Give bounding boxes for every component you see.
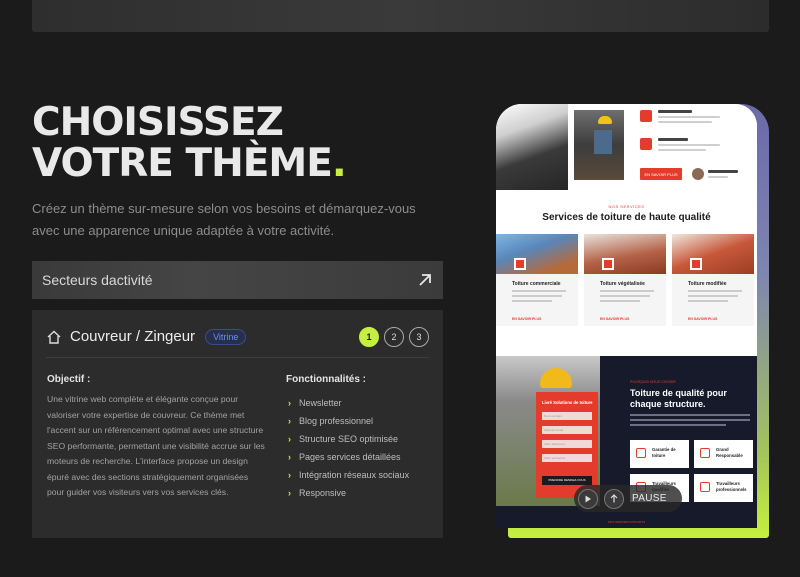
preview-hero-section: EN SAVOIR PLUS xyxy=(496,104,757,190)
service-icon xyxy=(602,258,614,270)
quality-icon xyxy=(640,110,652,122)
chevron-right-icon: › xyxy=(288,434,291,444)
sector-selector[interactable]: Secteurs dactivité xyxy=(32,261,443,299)
chevron-right-icon: › xyxy=(288,452,291,462)
theme-preview[interactable]: EN SAVOIR PLUS NOS SERVICES Services de … xyxy=(496,104,757,528)
services-title: Services de toiture de haute qualité xyxy=(542,212,711,223)
title-accent-dot: . xyxy=(331,141,347,186)
step-1-button[interactable]: 1 xyxy=(359,326,379,347)
form-submit-button[interactable]: PRENDRE RENDEZ-VOUS xyxy=(542,476,592,485)
page-subtitle: Créez un thème sur-mesure selon vos beso… xyxy=(32,201,416,238)
author-avatar xyxy=(692,168,704,180)
preview-roofer-photo xyxy=(574,110,624,180)
play-button[interactable] xyxy=(578,488,598,509)
theme-card-header: Couvreur / Zingeur Vitrine 1 2 3 xyxy=(46,324,429,358)
pause-button[interactable]: PAUSE xyxy=(632,493,667,504)
step-2-button[interactable]: 2 xyxy=(384,326,404,347)
theme-name: Couvreur / Zingeur xyxy=(70,328,196,345)
media-player-controls: PAUSE xyxy=(574,485,682,512)
quality-feature: Garantie de toiture xyxy=(630,440,689,468)
service-image xyxy=(672,234,754,274)
objective-text: Une vitrine web complète et élégante con… xyxy=(47,394,265,497)
sector-selector-label: Secteurs dactivité xyxy=(42,272,153,288)
form-field[interactable]: Votre entreprise xyxy=(542,454,592,462)
page-title: CHOISISSEZ VOTRE THÈME. xyxy=(32,100,347,186)
feature-item: › Intégration réseaux sociaux xyxy=(288,470,410,480)
service-icon xyxy=(690,258,702,270)
preview-item-title xyxy=(658,138,688,141)
quality-feature: Grand Responsable xyxy=(694,440,753,468)
home-icon xyxy=(47,330,61,344)
feature-item: › Responsive xyxy=(288,488,347,498)
theme-card: Couvreur / Zingeur Vitrine 1 2 3 Objecti… xyxy=(32,310,443,538)
step-3-button[interactable]: 3 xyxy=(409,326,429,347)
features-list: › Newsletter › Blog professionnel › Structu… xyxy=(288,394,409,502)
service-card[interactable]: Toiture commerciale EN SAVOIR PLUS xyxy=(496,234,578,326)
form-field[interactable]: Votre téléphone xyxy=(542,440,592,448)
projects-kicker: NOS DERNIERS PROJETS xyxy=(607,520,646,524)
service-icon xyxy=(514,258,526,270)
chevron-right-icon: › xyxy=(288,488,291,498)
feature-item: › Structure SEO optimisée xyxy=(288,434,399,444)
form-field[interactable]: Nom complet xyxy=(542,412,592,420)
step-pagination: 1 2 3 xyxy=(359,326,429,347)
preview-item-title xyxy=(658,110,692,113)
arrow-up-icon xyxy=(610,494,618,503)
preview-cta-button[interactable]: EN SAVOIR PLUS xyxy=(640,168,682,180)
quality-title: Toiture de qualité pour chaque structure… xyxy=(630,388,727,409)
chevron-right-icon: › xyxy=(288,470,291,480)
quality-kicker: POURQUOI NOUS CHOISIR xyxy=(630,380,676,384)
feature-item: › Blog professionnel xyxy=(288,416,374,426)
play-icon xyxy=(585,495,591,502)
top-banner-bar xyxy=(32,0,769,32)
feature-item: › Newsletter xyxy=(288,398,342,408)
service-card[interactable]: Toiture végétalisée EN SAVOIR PLUS xyxy=(584,234,666,326)
service-image xyxy=(584,234,666,274)
quality-feature: Travailleurs professionnels xyxy=(694,474,753,502)
theme-type-badge: Vitrine xyxy=(205,328,247,345)
arrow-up-right-icon xyxy=(419,274,431,286)
title-line-2: VOTRE THÈME xyxy=(32,141,333,186)
feature-item: › Pages services détaillées xyxy=(288,452,401,462)
features-heading: Fonctionnalités : xyxy=(286,374,366,385)
preview-contact-form: Livré Solutions de toiture Nom complet A… xyxy=(536,392,598,498)
chevron-right-icon: › xyxy=(288,416,291,426)
service-card[interactable]: Toiture modifiée EN SAVOIR PLUS xyxy=(672,234,754,326)
engineer-icon xyxy=(640,138,652,150)
services-kicker: NOS SERVICES xyxy=(608,204,645,209)
preview-house-photo xyxy=(496,104,568,190)
scroll-up-button[interactable] xyxy=(604,488,624,509)
title-line-1: CHOISISSEZ xyxy=(32,100,284,145)
form-field[interactable]: Adresse email xyxy=(542,426,592,434)
service-image xyxy=(496,234,578,274)
chevron-right-icon: › xyxy=(288,398,291,408)
objective-heading: Objectif : xyxy=(47,374,91,385)
